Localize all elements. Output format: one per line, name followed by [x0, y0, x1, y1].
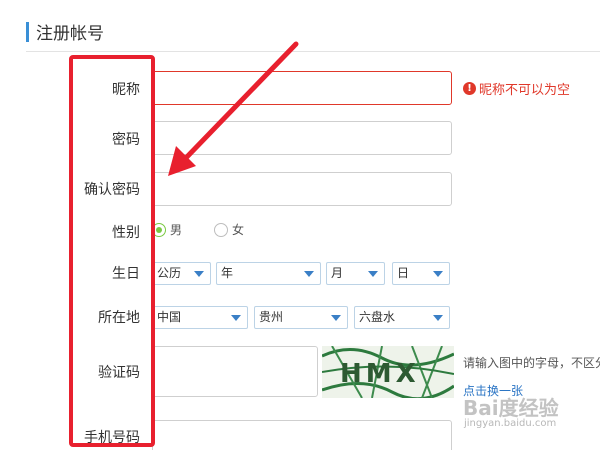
calendar-value: 公历 — [157, 266, 182, 280]
country-value: 中国 — [157, 310, 182, 324]
confirm-password-input[interactable] — [152, 172, 452, 206]
phone-input[interactable] — [152, 420, 452, 450]
captcha-hint: 请输入图中的字母，不区分 — [463, 356, 600, 370]
gender-female-label: 女 — [232, 223, 245, 237]
month-value: 月 — [331, 266, 344, 280]
password-input[interactable] — [152, 121, 452, 155]
calendar-select[interactable]: 公历 — [152, 262, 211, 285]
chevron-down-icon — [331, 315, 341, 321]
captcha-input[interactable] — [152, 346, 318, 397]
city-value: 六盘水 — [359, 310, 396, 324]
error-icon: ! — [463, 82, 476, 95]
gender-male-label: 男 — [170, 223, 183, 237]
watermark-logo: Bai度经验 — [463, 396, 559, 420]
radio-unchecked-icon — [214, 222, 228, 237]
chevron-down-icon — [433, 271, 443, 277]
day-value: 日 — [397, 266, 410, 280]
chevron-down-icon — [194, 271, 204, 277]
captcha-noise-graphic: HMX — [322, 346, 454, 398]
province-value: 贵州 — [259, 310, 284, 324]
captcha-image[interactable]: HMX — [322, 346, 454, 398]
nickname-input[interactable] — [152, 71, 452, 105]
year-value: 年 — [221, 266, 234, 280]
nickname-error: ! 昵称不可以为空 — [463, 79, 570, 98]
nickname-error-text: 昵称不可以为空 — [479, 83, 571, 98]
country-select[interactable]: 中国 — [152, 306, 248, 329]
city-select[interactable]: 六盘水 — [354, 306, 450, 329]
chevron-down-icon — [304, 271, 314, 277]
chevron-down-icon — [433, 315, 443, 321]
gender-male-radio[interactable]: 男 — [152, 221, 182, 238]
gender-female-radio[interactable]: 女 — [214, 221, 244, 238]
annotation-highlight-box — [69, 55, 155, 447]
chevron-down-icon — [368, 271, 378, 277]
chevron-down-icon — [231, 315, 241, 321]
month-select[interactable]: 月 — [326, 262, 385, 285]
province-select[interactable]: 贵州 — [254, 306, 348, 329]
captcha-text: HMX — [340, 359, 420, 389]
watermark-url: jingyan.baidu.com — [464, 418, 557, 429]
year-select[interactable]: 年 — [216, 262, 321, 285]
day-select[interactable]: 日 — [392, 262, 450, 285]
